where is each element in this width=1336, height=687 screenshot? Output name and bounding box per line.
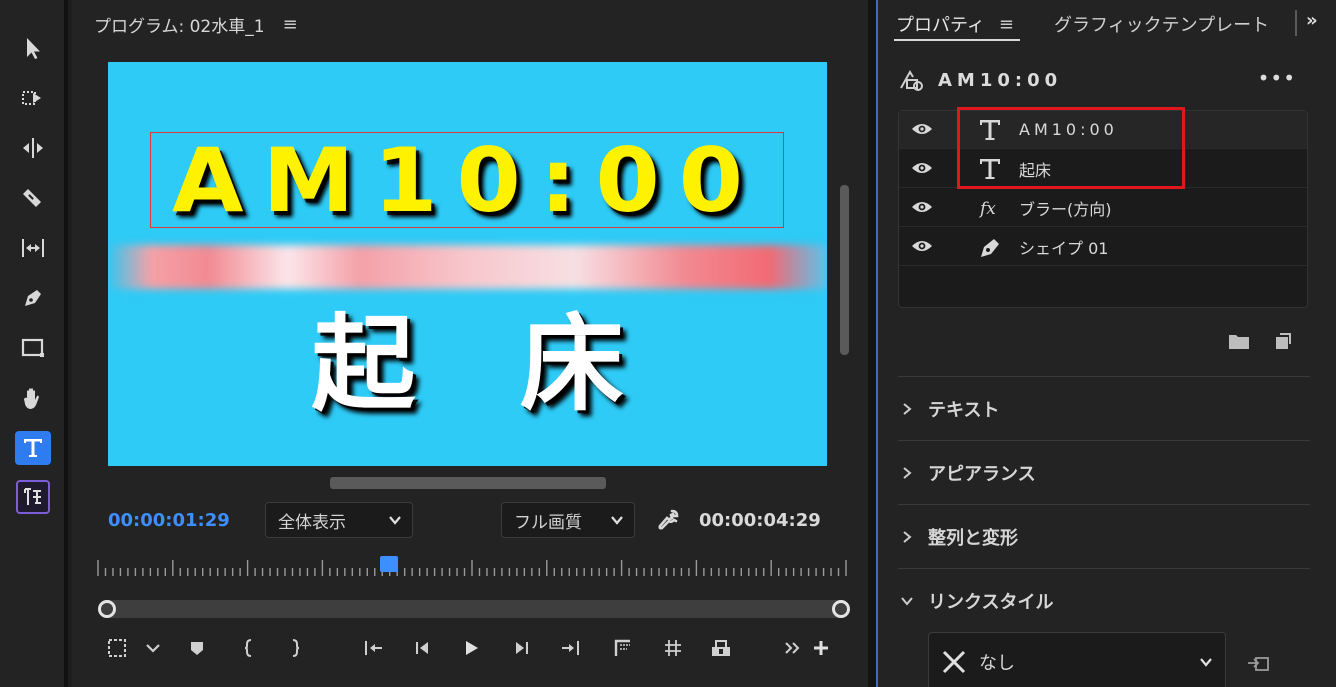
section-linked-styles[interactable]: リンクスタイル [898,568,1310,632]
play-icon[interactable] [456,632,486,664]
chevron-down-icon [1200,658,1212,667]
section-label: テキスト [928,399,1000,421]
section-label: アピアランス [928,463,1036,485]
fx-icon: fx [978,199,996,219]
preview-sub-text: 起 床 [311,302,658,425]
clip-more-options-icon[interactable]: ••• [1258,66,1296,90]
more-controls-icon[interactable] [778,632,808,664]
type-tool-icon[interactable] [15,431,51,465]
clip-header: AM10:00 ••• [898,64,1318,96]
none-x-icon [942,650,966,674]
video-preview[interactable]: AM10:00 起 床 [108,62,827,466]
svg-text:fx: fx [978,199,996,219]
razor-tool-icon[interactable] [13,180,53,216]
program-monitor-tab[interactable]: プログラム: 02水車_1 ≡ [94,12,298,37]
tab-properties[interactable]: プロパティ ≡ [896,11,1014,37]
graphic-shapes-icon [900,70,923,91]
add-marker-icon[interactable] [182,632,212,664]
track-select-tool-icon[interactable] [13,80,53,116]
step-back-icon[interactable] [408,632,438,664]
section-align-transform[interactable]: 整列と変形 [898,504,1310,568]
layer-row[interactable]: シェイプ 01 [899,228,1307,266]
vertical-type-tool-icon[interactable] [16,480,50,514]
chevron-down-icon [611,516,623,525]
chevron-down-icon [901,596,913,606]
panel-menu-icon[interactable]: ≡ [283,14,298,35]
slip-tool-icon[interactable] [13,230,53,266]
chevron-right-icon [903,530,912,543]
time-ruler[interactable] [96,556,848,580]
more-tabs-icon[interactable]: » [1306,10,1318,31]
playhead-marker[interactable] [380,556,399,572]
safe-margins-icon[interactable] [102,632,132,664]
transport-controls [96,632,856,664]
tools-panel [0,0,68,687]
push-style-icon[interactable] [1246,652,1272,674]
tab-properties-label: プロパティ [896,15,985,36]
settings-wrench-icon[interactable] [656,508,680,532]
ripple-edit-tool-icon[interactable] [13,130,53,166]
horizontal-scrollbar[interactable] [330,477,606,489]
link-style-dropdown[interactable]: なし [928,632,1226,687]
new-layer-icon[interactable] [1274,332,1292,350]
section-appearance[interactable]: アピアランス [898,440,1310,504]
new-folder-icon[interactable] [1228,332,1250,350]
panel-menu-icon[interactable]: ≡ [999,14,1014,35]
mark-out-icon[interactable] [280,632,310,664]
chevron-down-icon [389,516,401,525]
tab-graphic-templates[interactable]: グラフィックテンプレート [1054,11,1269,37]
mark-in-icon[interactable] [234,632,264,664]
visibility-eye-icon[interactable] [911,121,933,137]
section-label: リンクスタイル [928,591,1054,613]
current-timecode[interactable]: 00:00:01:29 [108,510,230,531]
pen-tool-icon[interactable] [13,280,53,316]
layer-name: シェイプ 01 [1019,238,1109,258]
visibility-eye-icon[interactable] [911,160,933,176]
chevron-right-icon [903,402,912,415]
hand-tool-icon[interactable] [13,380,53,416]
button-editor-add-icon[interactable] [806,632,836,664]
go-to-out-icon[interactable] [556,632,586,664]
selected-text-bounding-box[interactable]: AM10:00 [150,129,784,232]
visibility-eye-icon[interactable] [911,199,933,215]
panel-divider[interactable] [868,0,876,687]
section-text[interactable]: テキスト [898,376,1310,440]
program-monitor: プログラム: 02水車_1 ≡ AM10:00 起 床 00:00:01:29 … [72,0,868,687]
playback-quality-dropdown[interactable]: フル画質 [501,502,635,538]
annotation-highlight-box [957,107,1185,189]
program-monitor-title: プログラム: 02水車_1 [94,17,265,37]
rectangle-tool-icon[interactable] [13,330,53,366]
link-style-value: なし [979,653,1015,674]
visibility-eye-icon[interactable] [911,238,933,254]
shape-pen-icon [981,239,999,257]
layer-actions [1228,332,1308,352]
grid-icon[interactable] [658,632,688,664]
lift-icon[interactable] [608,632,638,664]
properties-tab-bar: プロパティ ≡ グラフィックテンプレート » [878,8,1336,42]
duration-timecode: 00:00:04:29 [699,510,821,531]
section-label: 整列と変形 [928,527,1018,549]
vertical-scrollbar[interactable] [840,185,849,355]
preview-title-text: AM10:00 [172,128,762,232]
chevron-down-icon[interactable] [138,632,168,664]
zoom-end-handle[interactable] [832,600,850,618]
clip-title: AM10:00 [938,69,1063,91]
step-forward-icon[interactable] [506,632,536,664]
tab-separator [1295,10,1297,36]
playback-quality-value: フル画質 [514,512,582,533]
zoom-fit-dropdown[interactable]: 全体表示 [265,502,413,538]
chevron-right-icon [903,466,912,479]
zoom-start-handle[interactable] [98,600,116,618]
export-frame-icon[interactable] [706,632,736,664]
selection-tool-icon[interactable] [13,30,53,66]
layer-name: ブラー(方向) [1019,199,1112,219]
go-to-in-icon[interactable] [358,632,388,664]
active-tab-underline [894,39,1020,41]
zoom-scroll-bar[interactable] [98,600,850,618]
properties-panel: プロパティ ≡ グラフィックテンプレート » AM10:00 ••• AM10:… [876,0,1336,687]
layer-row[interactable]: fx ブラー(方向) [899,189,1307,227]
zoom-fit-value: 全体表示 [278,512,346,533]
